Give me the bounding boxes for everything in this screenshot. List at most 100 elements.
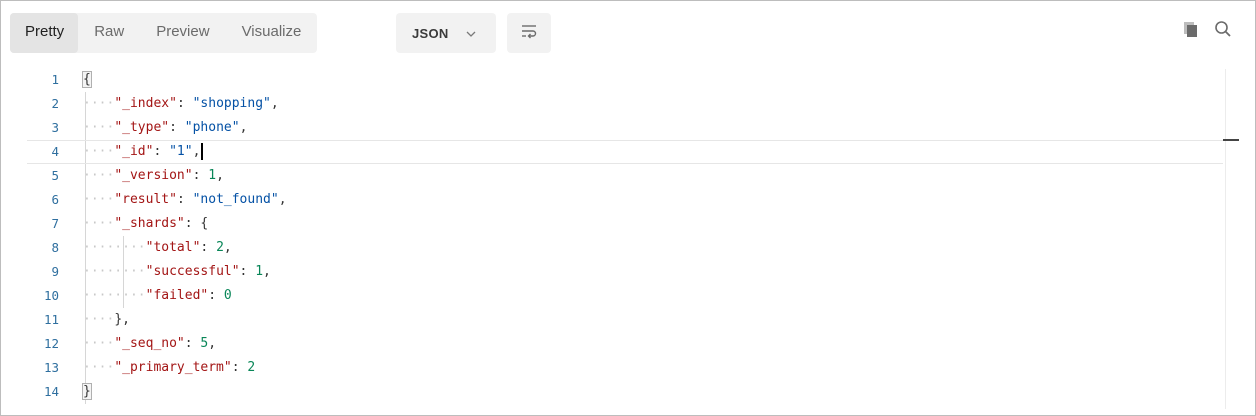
tab-visualize[interactable]: Visualize [226,13,318,53]
code-line[interactable]: 1{ [27,68,1223,92]
code-line[interactable]: 2 ····"_index": "shopping", [27,92,1223,116]
code-text: ····"result": "not_found", [83,188,287,212]
scroll-cursor-marker [1223,139,1239,141]
line-number: 10 [43,288,59,303]
token-ws: ···· [83,168,115,183]
code-text: ····"_type": "phone", [83,116,247,140]
wrap-lines-button[interactable] [507,13,551,53]
code-text: { [82,68,92,92]
token-key: "_index" [114,96,177,111]
code-text: } [82,380,92,404]
token-key: "_id" [114,144,154,159]
line-number: 1 [51,72,59,87]
token-punc: , [263,264,271,279]
token-ws: ···· [83,120,115,135]
token-key: "successful" [145,264,240,279]
token-ws: ···· [83,96,115,111]
token-punc: : [231,360,248,375]
token-key: "_primary_term" [114,360,232,375]
token-punc: , [270,96,279,111]
token-num: 1 [255,264,264,279]
tab-raw[interactable]: Raw [78,13,140,53]
code-line[interactable]: 10 ········"failed": 0 [27,284,1223,308]
token-key: "_shards" [114,216,185,231]
line-number: 3 [51,120,59,135]
code-line[interactable]: 8 ········"total": 2, [27,236,1223,260]
code-text: ····"_version": 1, [83,164,224,188]
token-brace: } [82,383,92,400]
text-cursor [201,143,204,160]
line-number: 4 [51,144,59,159]
code-line[interactable]: 7 ····"_shards": { [27,212,1223,236]
token-num: 2 [247,360,256,375]
code-line[interactable]: 12 ····"_seq_no": 5, [27,332,1223,356]
token-str: "1" [169,144,193,159]
response-tools [1181,19,1233,39]
copy-icon[interactable] [1181,19,1201,39]
token-ws: ········ [83,264,146,279]
format-label: JSON [412,25,449,41]
code-line[interactable]: 9 ········"successful": 1, [27,260,1223,284]
code-line[interactable]: 11 ····}, [27,308,1223,332]
token-ws: ···· [83,192,115,207]
token-ws: ···· [83,336,115,351]
token-punc: : [208,288,224,303]
code-editor[interactable]: 1{2 ····"_index": "shopping", 3 ····"_type"… [27,68,1223,408]
token-punc: , [278,192,287,207]
code-text: ····"_primary_term": 2 [83,356,255,380]
chevron-down-icon [465,27,477,39]
code-line[interactable]: 14} [27,380,1223,404]
search-icon[interactable] [1213,19,1233,39]
token-num: 2 [216,240,224,255]
token-punc: : [200,240,217,255]
line-number: 14 [43,384,59,399]
token-punc: : [169,120,185,135]
tab-preview[interactable]: Preview [140,13,225,53]
token-punc: , [239,120,248,135]
token-key: "_version" [114,168,193,183]
code-text: ····"_shards": { [83,212,208,236]
token-punc: : [184,336,201,351]
tab-pretty[interactable]: Pretty [10,13,79,53]
token-brace: } [114,312,123,327]
code-line[interactable]: 3 ····"_type": "phone", [27,116,1223,140]
token-key: "_seq_no" [114,336,185,351]
code-text: ········"total": 2, [83,236,232,260]
code-line[interactable]: 13 ····"_primary_term": 2 [27,356,1223,380]
code-text: ····}, [83,308,130,332]
token-punc: : [153,144,170,159]
token-ws: ········ [83,240,146,255]
code-text: ····"_index": "shopping", [83,92,279,116]
token-punc: , [216,168,224,183]
code-line[interactable]: 6 ····"result": "not_found", [27,188,1223,212]
token-key: "total" [145,240,201,255]
token-key: "result" [114,192,177,207]
token-key: "_type" [114,120,170,135]
token-brace: { [200,216,209,231]
token-str: "phone" [184,120,240,135]
token-ws: ········ [83,288,146,303]
line-number: 8 [51,240,59,255]
format-dropdown[interactable]: JSON [396,13,496,53]
token-key: "failed" [145,288,209,303]
line-number: 9 [51,264,59,279]
token-punc: : [184,216,201,231]
response-viewer: Pretty Raw Preview Visualize JSON 1 {2 … [0,0,1256,416]
token-ws: ···· [83,312,115,327]
vertical-scrollbar[interactable] [1223,69,1239,409]
token-ws: ···· [83,360,115,375]
token-num: 1 [208,168,217,183]
token-punc: : [176,96,193,111]
token-ws: ···· [83,144,115,159]
token-punc: : [176,192,193,207]
code-text: ····"_seq_no": 5, [83,332,216,356]
token-ws: ···· [83,216,115,231]
line-number: 11 [43,312,59,327]
token-punc: : [239,264,256,279]
code-line[interactable]: 4 ····"_id": "1", [27,140,1223,164]
line-number: 13 [43,360,59,375]
token-punc: , [208,336,217,351]
code-line[interactable]: 5 ····"_version": 1, [27,164,1223,188]
line-number: 2 [51,96,59,111]
code-text: ········"failed": 0 [83,284,232,308]
